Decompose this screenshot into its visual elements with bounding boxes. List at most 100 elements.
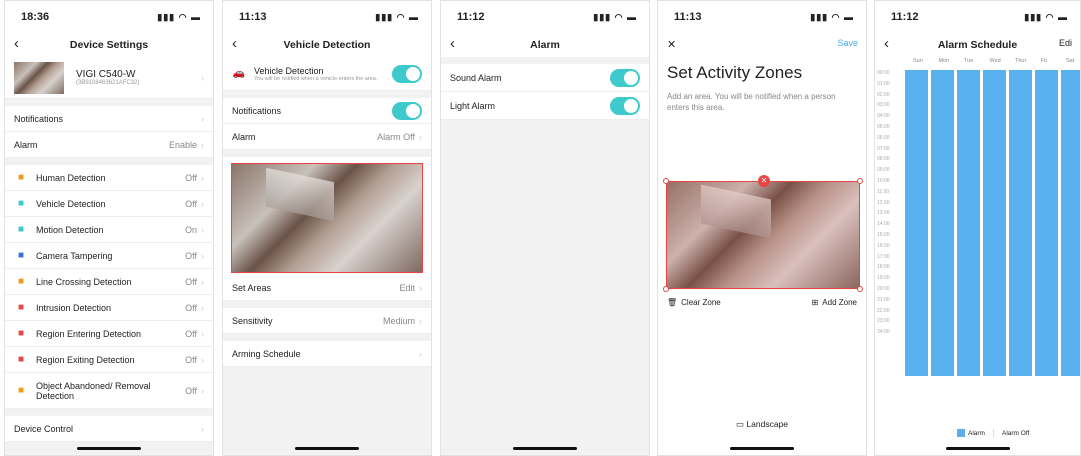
- detection-item[interactable]: ■ Line Crossing Detection Off ›: [5, 269, 213, 295]
- device-control-row[interactable]: Device Control ›: [5, 416, 213, 442]
- chevron-right-icon: ›: [201, 302, 204, 313]
- hour-label: 16:00: [877, 242, 890, 249]
- day-label: Fri: [1040, 58, 1047, 64]
- activity-zone[interactable]: [666, 181, 860, 289]
- detection-value: Off: [185, 198, 197, 209]
- detection-value: Off: [185, 385, 197, 396]
- signal-wifi-battery-icon: ▮▮▮ ◠ ▬: [1024, 11, 1068, 22]
- hour-label: 05:00: [877, 123, 890, 130]
- detection-value: Off: [185, 328, 197, 339]
- sound-alarm-label: Sound Alarm: [450, 72, 502, 83]
- status-bar: 11:12 ▮▮▮ ◠ ▬: [441, 1, 649, 33]
- home-indicator: [513, 447, 577, 450]
- detection-item[interactable]: ■ Object Abandoned/ Removal Detection Off ›: [5, 373, 213, 409]
- legend-swatch-alarm: [957, 429, 965, 437]
- day-label: Sat: [1066, 58, 1075, 64]
- hour-label: 18:00: [877, 264, 890, 271]
- home-indicator: [945, 447, 1010, 450]
- home-indicator: [295, 447, 359, 450]
- schedule-day-column[interactable]: [905, 70, 928, 376]
- nav-bar: ✕ Save: [658, 33, 866, 57]
- back-icon[interactable]: ‹: [884, 35, 889, 52]
- chevron-right-icon: ›: [201, 198, 204, 209]
- detection-item[interactable]: ■ Camera Tampering Off ›: [5, 243, 213, 269]
- schedule-day-column[interactable]: [1009, 70, 1032, 376]
- zone-handle[interactable]: [857, 286, 863, 292]
- sensitivity-value: Medium: [382, 315, 415, 326]
- hour-label: 24:00: [877, 329, 890, 336]
- detection-item[interactable]: ■ Human Detection Off ›: [5, 165, 213, 191]
- legend-alarm-off: Alarm Off: [1001, 429, 1030, 437]
- camera-preview: ✕: [663, 175, 863, 292]
- detection-item[interactable]: ■ Region Entering Detection Off ›: [5, 321, 213, 347]
- vehicle-detection-toggle-row: 🚗 Vehicle Detection You will be notified …: [223, 57, 431, 91]
- detection-item[interactable]: ■ Motion Detection On ›: [5, 217, 213, 243]
- save-button[interactable]: Save: [837, 38, 858, 48]
- schedule-legend: Alarm Alarm Off: [957, 429, 1029, 437]
- vehicle-detection-toggle[interactable]: [392, 64, 422, 83]
- page-title: Alarm: [530, 39, 560, 51]
- device-name: VIGI C540-W: [76, 69, 136, 80]
- schedule-grid[interactable]: 00:00 01:00 02:00 03:00 04:00 05:00 06:00 07:00…: [875, 70, 1080, 400]
- hour-label: 08:00: [877, 156, 890, 163]
- light-alarm-toggle[interactable]: [610, 96, 640, 115]
- chevron-right-icon: ›: [419, 315, 422, 326]
- edit-link[interactable]: Edit: [399, 283, 415, 293]
- vehicle-detection-screen: 11:13 ▮▮▮ ◠ ▬ ‹ Vehicle Detection 🚗 Vehicl…: [222, 0, 432, 456]
- add-zone-button[interactable]: ⊞ Add Zone: [812, 298, 857, 307]
- device-row[interactable]: VIGI C540-W (3B9108463621AFC32) ›: [5, 57, 213, 99]
- hour-label: 15:00: [877, 231, 890, 238]
- object-icon: ■: [17, 385, 25, 396]
- zone-handle[interactable]: [663, 178, 669, 184]
- detection-label: Region Exiting Detection: [36, 354, 135, 365]
- sound-alarm-toggle[interactable]: [610, 68, 640, 87]
- back-icon[interactable]: ‹: [232, 35, 237, 52]
- alarm-row[interactable]: Alarm Alarm Off ›: [223, 124, 431, 150]
- car-icon: 🚗: [232, 68, 246, 79]
- alarm-value: Alarm Off: [377, 131, 415, 142]
- chevron-right-icon: ›: [201, 139, 204, 150]
- set-areas-row[interactable]: Set Areas Edit ›: [223, 275, 431, 301]
- zone-handle[interactable]: [663, 286, 669, 292]
- schedule-day-column[interactable]: [957, 70, 980, 376]
- clear-zone-button[interactable]: 🗑 Clear Zone: [667, 298, 721, 307]
- detection-label: Object Abandoned/ Removal Detection: [36, 380, 151, 401]
- back-icon[interactable]: ‹: [450, 35, 455, 52]
- schedule-day-column[interactable]: [983, 70, 1006, 376]
- detection-value: Off: [185, 250, 197, 261]
- schedule-day-column[interactable]: [1035, 70, 1058, 376]
- notifications-label: Notifications: [232, 105, 282, 116]
- zones-header: Set Activity Zones Add an area. You will…: [658, 57, 866, 119]
- schedule-day-column[interactable]: [931, 70, 954, 376]
- detection-item[interactable]: ■ Region Exiting Detection Off ›: [5, 347, 213, 373]
- detection-item[interactable]: ■ Intrusion Detection Off ›: [5, 295, 213, 321]
- sensitivity-row[interactable]: Sensitivity Medium ›: [223, 308, 431, 334]
- notifications-toggle[interactable]: [392, 101, 422, 120]
- delete-zone-icon[interactable]: ✕: [758, 175, 770, 187]
- detection-item[interactable]: ■ Vehicle Detection Off ›: [5, 191, 213, 217]
- landscape-button[interactable]: ▭ Landscape: [658, 419, 866, 430]
- day-header: Sun Mon Tue Wed Thur Fri Sat: [875, 58, 1080, 70]
- hour-labels: 00:00 01:00 02:00 03:00 04:00 05:00 06:00 07:00…: [877, 70, 899, 340]
- edit-button[interactable]: Edi: [1059, 38, 1072, 48]
- arming-schedule-row[interactable]: Arming Schedule ›: [223, 341, 431, 367]
- trash-icon: 🗑: [667, 298, 678, 307]
- hour-label: 14:00: [877, 221, 890, 228]
- person-icon: ■: [17, 172, 25, 183]
- hour-label: 21:00: [877, 296, 890, 303]
- signal-wifi-battery-icon: ▮▮▮ ◠ ▬: [593, 11, 637, 22]
- back-icon[interactable]: ‹: [14, 35, 19, 52]
- chevron-right-icon: ›: [201, 113, 204, 124]
- status-time: 11:13: [674, 11, 702, 23]
- status-bar: 11:13 ▮▮▮ ◠ ▬: [658, 1, 866, 33]
- hour-label: 02:00: [877, 91, 890, 98]
- zone-handle[interactable]: [857, 178, 863, 184]
- notifications-row[interactable]: Notifications ›: [5, 106, 213, 132]
- alarm-row[interactable]: Alarm Enable ›: [5, 132, 213, 158]
- chevron-right-icon: ›: [201, 250, 204, 261]
- alarm-schedule-screen: 11:12 ▮▮▮ ◠ ▬ ‹ Alarm Schedule Edi Sun Mon Tu…: [874, 0, 1081, 456]
- close-icon[interactable]: ✕: [667, 38, 676, 51]
- page-title: Alarm Schedule: [937, 39, 1018, 51]
- schedule-day-column[interactable]: [1061, 70, 1080, 376]
- day-label: Mon: [938, 58, 950, 64]
